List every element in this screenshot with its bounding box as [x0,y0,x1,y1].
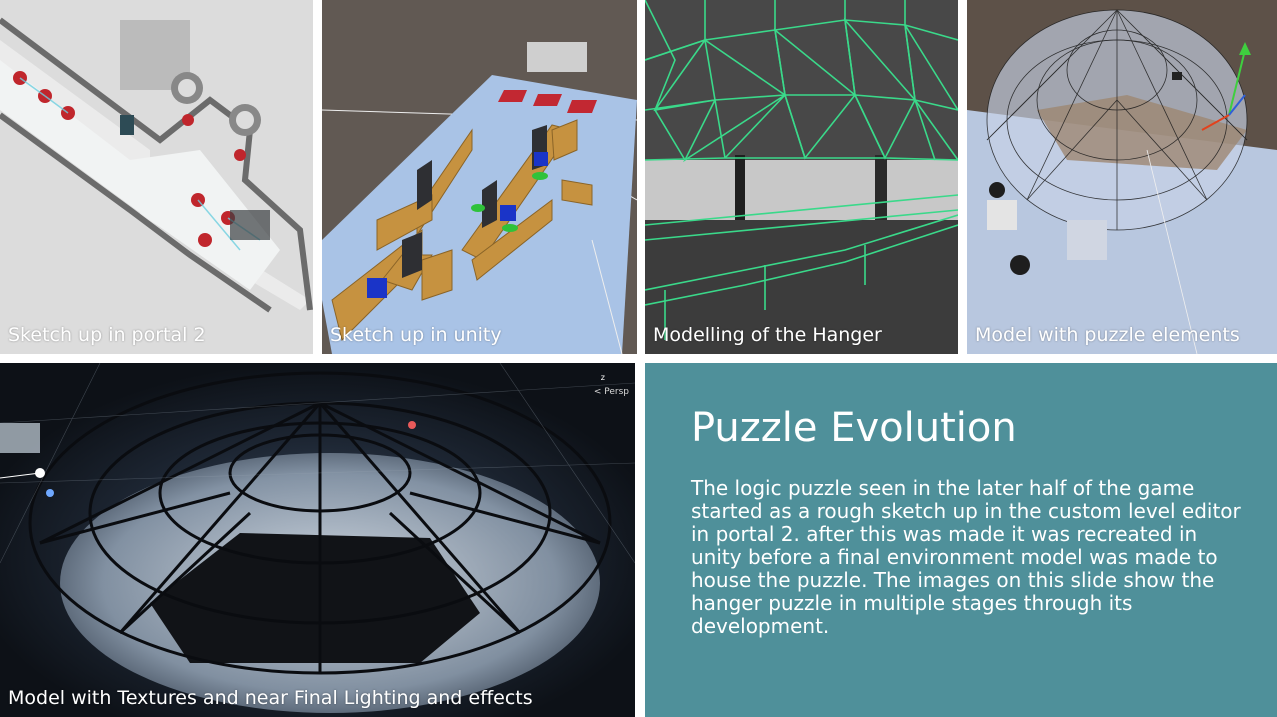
caption-unity: Sketch up in unity [330,324,502,346]
description-panel: Puzzle Evolution The logic puzzle seen i… [645,363,1277,717]
caption-portal2: Sketch up in portal 2 [8,324,206,346]
caption-final: Model with Textures and near Final Light… [8,687,533,709]
view-axis-label: z [600,373,605,382]
slide-title: Puzzle Evolution [691,405,1017,451]
hanger-model-image: Modelling of the Hanger [645,0,958,354]
final-model-image: z < Persp Model with Textures and near F… [0,363,635,717]
unity-sketch-image: Sketch up in unity [322,0,637,354]
caption-puzzle: Model with puzzle elements [975,324,1240,346]
caption-hanger: Modelling of the Hanger [653,324,882,346]
puzzle-model-image: Model with puzzle elements [967,0,1277,354]
perspective-toggle[interactable]: < Persp [594,387,629,397]
slide-description: The logic puzzle seen in the later half … [691,476,1241,638]
portal2-sketch-image: Sketch up in portal 2 [0,0,313,354]
